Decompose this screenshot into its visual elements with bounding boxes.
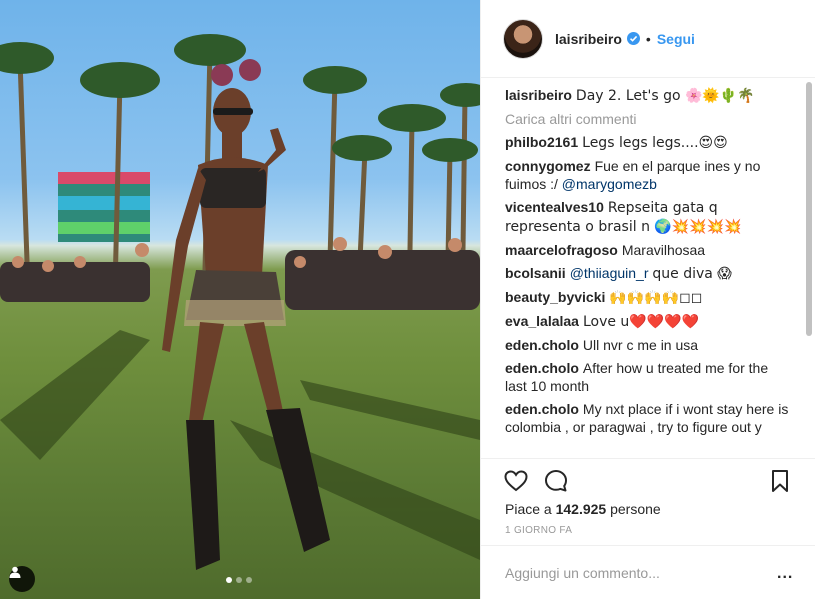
comment-text: Legs legs legs....😍😍 [582, 135, 728, 151]
carousel-dot[interactable] [246, 577, 252, 583]
comment-username[interactable]: maarcelofragoso [505, 242, 618, 258]
post-header: laisribeiro • Segui [481, 0, 815, 78]
comment-mention-link[interactable]: @thiiaguin_r [570, 265, 649, 281]
heart-icon[interactable] [503, 468, 529, 494]
separator-dot: • [645, 30, 651, 47]
comment-username[interactable]: connygomez [505, 158, 591, 174]
caption: laisribeiro Day 2. Let's go 🌸🌞🌵🌴 [505, 86, 791, 105]
carousel-indicator [226, 577, 252, 583]
more-options-icon[interactable]: ... [777, 566, 793, 582]
comment-username[interactable]: vicentealves10 [505, 199, 604, 215]
caption-text: Day 2. Let's go 🌸🌞🌵🌴 [575, 88, 755, 104]
comment-username[interactable]: eva_lalalaa [505, 313, 579, 329]
post-timestamp[interactable]: 1 GIORNO FA [505, 525, 572, 536]
list-item: eden.cholo After how u treated me for the… [505, 359, 791, 395]
user-tag-icon [9, 566, 21, 578]
list-item: maarcelofragoso Maravilhosaa [505, 241, 791, 259]
action-bar [481, 458, 815, 502]
follow-button[interactable]: Segui [657, 31, 695, 47]
likes-number: 142.925 [555, 501, 607, 517]
comment-username[interactable]: eden.cholo [505, 337, 579, 353]
add-comment-bar: ... [481, 545, 815, 599]
carousel-dot[interactable] [226, 577, 232, 583]
likes-count[interactable]: Piace a 142.925 persone [505, 501, 661, 517]
comment-text: Love u❤️❤️❤️❤️ [582, 314, 700, 330]
comment-text: que diva 😱 [652, 266, 732, 282]
comment-input[interactable] [505, 564, 765, 581]
list-item: eden.cholo Ull nvr c me in usa [505, 336, 791, 354]
comment-text: Maravilhosaa [621, 242, 706, 258]
list-item: vicentealves10 Repseita gata q representa… [505, 198, 791, 236]
likes-suffix: persone [606, 501, 661, 517]
comments-scrollbar[interactable] [804, 80, 814, 456]
bookmark-icon[interactable] [767, 468, 793, 494]
comment-username[interactable]: eden.cholo [505, 401, 579, 417]
list-item: connygomez Fue en el parque ines y no fui… [505, 157, 791, 193]
comment-mention-link[interactable]: @marygomezb [562, 176, 657, 192]
comment-username[interactable]: beauty_byvicki [505, 289, 605, 305]
comments-list[interactable]: laisribeiro Day 2. Let's go 🌸🌞🌵🌴 Carica a… [505, 86, 791, 458]
carousel-dot[interactable] [236, 577, 242, 583]
comment-text: 🙌🙌🙌🙌◻◻ [609, 290, 703, 306]
list-item: beauty_byvicki 🙌🙌🙌🙌◻◻ [505, 288, 791, 307]
header-username[interactable]: laisribeiro [555, 31, 622, 47]
comment-username[interactable]: eden.cholo [505, 360, 579, 376]
scrollbar-thumb[interactable] [806, 82, 812, 336]
comment-username[interactable]: bcolsanii [505, 265, 566, 281]
photo-illustration [0, 34, 480, 570]
likes-prefix: Piace a [505, 501, 556, 517]
post-photo[interactable] [0, 0, 480, 599]
comment-text: Ull nvr c me in usa [582, 337, 699, 353]
verified-badge-icon [626, 32, 640, 45]
user-tag-button[interactable] [9, 566, 35, 592]
post-side-panel: laisribeiro • Segui laisribeiro Day 2. Le… [480, 0, 815, 599]
list-item: eva_lalalaa Love u❤️❤️❤️❤️ [505, 312, 791, 331]
list-item: bcolsanii @thiiaguin_r que diva 😱 [505, 264, 791, 283]
list-item: philbo2161 Legs legs legs....😍😍 [505, 133, 791, 152]
avatar[interactable] [503, 18, 543, 59]
comment-username[interactable]: philbo2161 [505, 134, 578, 150]
list-item: eden.cholo My nxt place if i wont stay he… [505, 400, 791, 436]
comment-icon[interactable] [543, 468, 569, 494]
load-more-comments-button[interactable]: Carica altri commenti [505, 110, 791, 128]
caption-username[interactable]: laisribeiro [505, 87, 572, 103]
